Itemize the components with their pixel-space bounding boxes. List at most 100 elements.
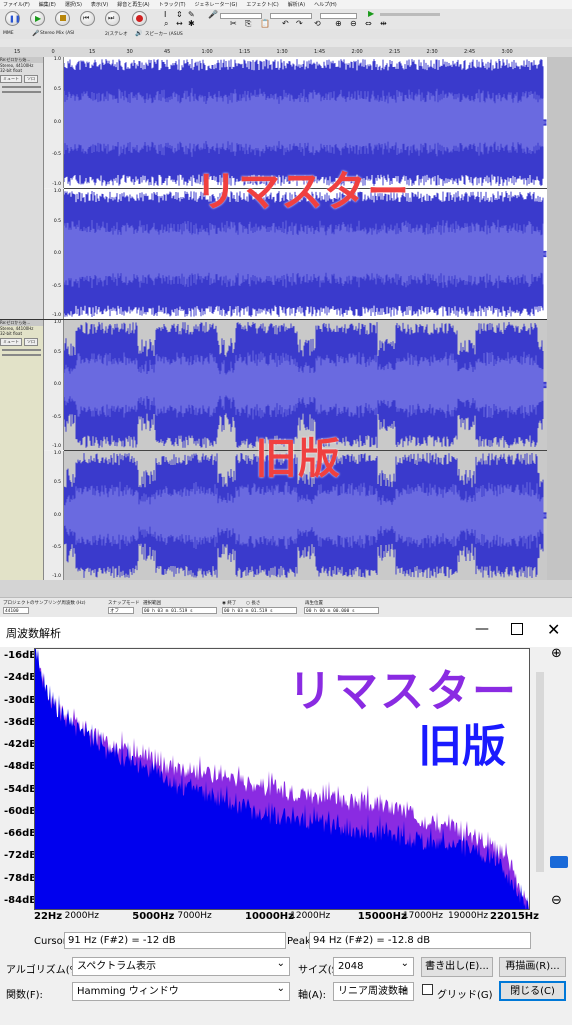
- menu-item[interactable]: ヘルプ(H): [314, 1, 337, 8]
- menu-item[interactable]: 録音と再生(A): [117, 1, 149, 8]
- envelope-tool-icon[interactable]: ⇕: [176, 11, 183, 19]
- redo-icon[interactable]: ↷: [296, 20, 303, 28]
- project-rate-select[interactable]: 44100: [3, 607, 29, 614]
- scale-label: 0.0: [53, 251, 61, 256]
- play-button[interactable]: ▶: [30, 11, 45, 26]
- selection-toolbar: プロジェクトのサンプリング周波数 (Hz) 44100 スナップモード オフ 選…: [0, 597, 572, 618]
- selection-tool-icon[interactable]: I: [164, 11, 166, 19]
- menu-item[interactable]: 選択(S): [65, 1, 82, 8]
- mute-button[interactable]: ミュート: [0, 75, 22, 83]
- menu-item[interactable]: ファイル(F): [3, 1, 30, 8]
- fit-selection-icon[interactable]: ⇔: [365, 20, 372, 28]
- close-window-button[interactable]: ✕: [547, 620, 560, 639]
- cursor-readout: 91 Hz (F#2) = -12 dB: [64, 932, 286, 949]
- y-tick-label: -42dB: [4, 739, 37, 751]
- grid-label: グリッド(G): [437, 990, 493, 1001]
- zoom-tool-icon[interactable]: ⌕: [164, 20, 168, 28]
- pan-slider[interactable]: [2, 91, 41, 93]
- x-tick-label: 22015Hz: [490, 911, 539, 922]
- channels-select[interactable]: 2(ステレオ: [105, 31, 128, 37]
- menu-item[interactable]: 解析(A): [288, 1, 305, 8]
- output-device-select[interactable]: スピーカー (ASUS: [145, 31, 183, 37]
- gain-slider[interactable]: [2, 86, 41, 88]
- title-bar: 周波数解析 — ✕: [0, 617, 572, 647]
- record-meter[interactable]: [220, 13, 262, 19]
- size-select[interactable]: 2048: [333, 955, 414, 976]
- sync-lock-icon[interactable]: ⟲: [314, 20, 321, 28]
- audio-host-select[interactable]: MME: [3, 31, 14, 36]
- scale-label: -0.5: [52, 283, 61, 289]
- grid-checkbox[interactable]: [422, 984, 433, 995]
- y-tick-label: -16dB: [4, 650, 37, 661]
- gain-slider[interactable]: [2, 349, 41, 351]
- zoom-slider-thumb[interactable]: [550, 856, 568, 868]
- zoom-in-icon[interactable]: ⊕: [551, 646, 562, 661]
- scale-label: 0.5: [53, 86, 61, 92]
- ruler-tick-label: 1:30: [276, 49, 288, 55]
- scale-label: 1.0: [53, 189, 61, 194]
- playback-meter[interactable]: [270, 13, 312, 19]
- pan-slider[interactable]: [2, 354, 41, 356]
- menu-item[interactable]: エフェクト(C): [246, 1, 278, 8]
- menu-item[interactable]: 編集(E): [39, 1, 56, 8]
- axis-select[interactable]: リニア周波数軸: [333, 980, 414, 1001]
- copy-icon[interactable]: ⎘: [245, 20, 251, 28]
- empty-track-area[interactable]: [547, 57, 572, 580]
- solo-button[interactable]: ソロ: [24, 75, 38, 83]
- end-radio[interactable]: ◉ 終了: [222, 600, 236, 606]
- y-tick-label: -78dB: [4, 872, 37, 884]
- project-rate-label: プロジェクトのサンプリング周波数 (Hz): [3, 601, 86, 606]
- vertical-zoom-slider[interactable]: [536, 672, 544, 872]
- scale-label: 0.5: [53, 349, 61, 355]
- close-button[interactable]: 閉じる(C): [499, 981, 566, 1001]
- zoom-out-icon[interactable]: ⊖: [551, 893, 562, 908]
- menu-item[interactable]: トラック(T): [159, 1, 186, 8]
- play-speed-slider[interactable]: [380, 13, 440, 16]
- ruler-tick-label: 1:45: [314, 49, 326, 55]
- pause-button[interactable]: ❚❚: [5, 11, 21, 26]
- window-function-select[interactable]: Hamming ウィンドウ: [72, 980, 290, 1001]
- length-radio[interactable]: ○ 長さ: [246, 600, 260, 606]
- selection-end-field[interactable]: 00 h 03 m 01.519 s: [222, 607, 297, 614]
- input-device-select[interactable]: Stereo Mix (ASI: [40, 31, 74, 36]
- skip-start-button[interactable]: ⏮: [80, 11, 95, 26]
- empty-area[interactable]: [0, 580, 572, 597]
- export-button[interactable]: 書き出し(E)...: [421, 957, 493, 977]
- menu-item[interactable]: ジェネレーター(G): [195, 1, 238, 8]
- ruler-tick-label: 45: [164, 49, 171, 55]
- axis-label: 軸(A):: [298, 990, 327, 1001]
- zoom-out-icon[interactable]: ⊖: [350, 20, 357, 28]
- maximize-button[interactable]: [511, 623, 523, 635]
- stop-button[interactable]: [55, 11, 70, 26]
- play-at-speed-icon[interactable]: ▶: [368, 10, 374, 18]
- peak-readout: 94 Hz (F#2) = -12.8 dB: [309, 932, 531, 949]
- mute-button[interactable]: ミュート: [0, 338, 22, 346]
- x-tick-label: 17000Hz: [402, 911, 444, 921]
- algorithm-select[interactable]: スペクトラム表示: [72, 955, 290, 976]
- ruler-tick-label: 3:00: [501, 49, 513, 55]
- multi-tool-icon[interactable]: ✱: [188, 20, 195, 28]
- solo-button[interactable]: ソロ: [24, 338, 38, 346]
- waveform-rms: [64, 219, 547, 289]
- menu-item[interactable]: 表示(V): [91, 1, 108, 8]
- minimize-button[interactable]: —: [475, 621, 489, 637]
- scale-label: 0.0: [53, 512, 61, 518]
- undo-icon[interactable]: ↶: [282, 20, 289, 28]
- scale-label: -1.0: [52, 313, 61, 318]
- zoom-in-icon[interactable]: ⊕: [335, 20, 342, 28]
- record-button[interactable]: [132, 11, 147, 26]
- audio-position-field[interactable]: 00 h 00 m 00.000 s: [304, 607, 379, 614]
- cut-icon[interactable]: ✂: [230, 20, 237, 28]
- replot-button[interactable]: 再描画(R)...: [499, 957, 566, 977]
- fit-project-icon[interactable]: ⇹: [380, 20, 387, 28]
- y-tick-label: -84dB: [4, 895, 37, 906]
- snap-select[interactable]: オフ: [108, 607, 134, 614]
- function-label: 関数(F):: [6, 990, 43, 1001]
- timeshift-tool-icon[interactable]: ↔: [176, 20, 183, 28]
- draw-tool-icon[interactable]: ✎: [188, 11, 195, 19]
- y-tick-label: -54dB: [4, 783, 37, 795]
- selection-start-field[interactable]: 00 h 03 m 01.519 s: [142, 607, 217, 614]
- paste-icon[interactable]: 📋: [260, 20, 270, 28]
- scale-label: 0.0: [53, 382, 61, 387]
- skip-end-button[interactable]: ⏭: [105, 11, 120, 26]
